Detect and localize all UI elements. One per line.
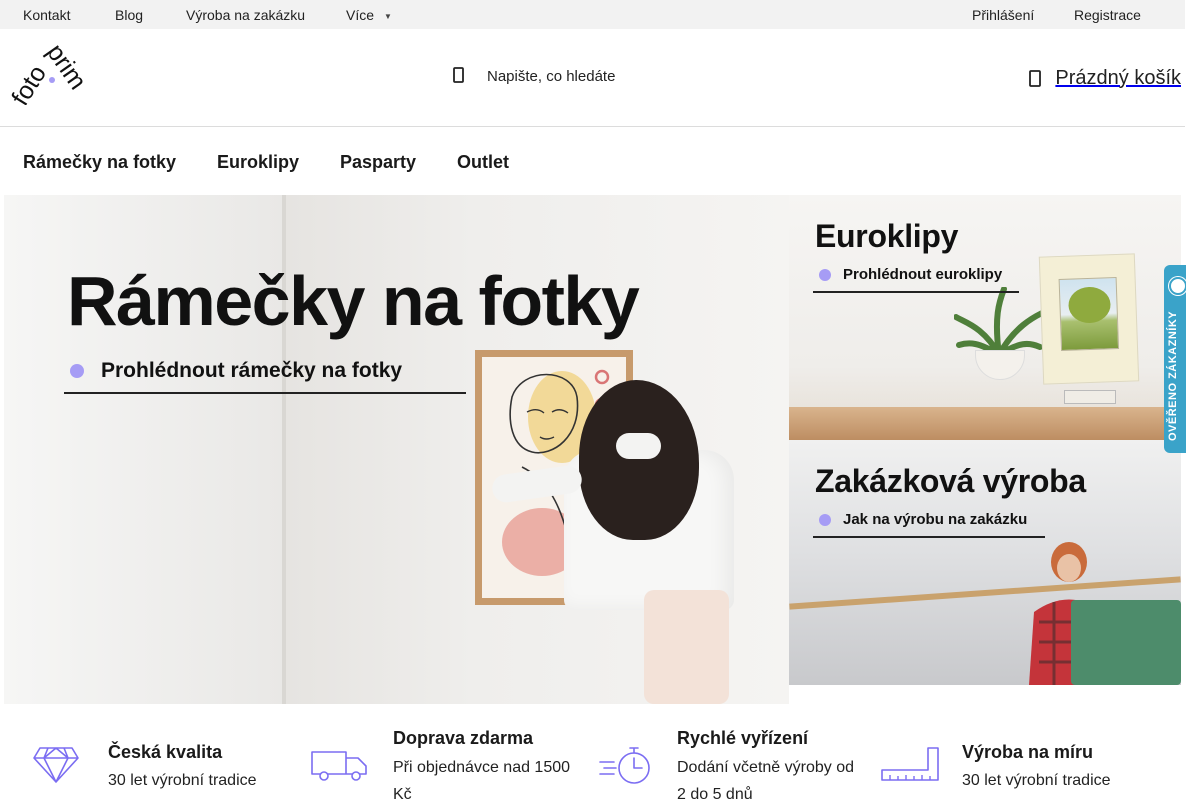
nav-item-euroklipy[interactable]: Euroklipy [217,152,299,173]
side-banner-cta-label: Prohlédnout euroklipy [843,266,1003,283]
books-image [1064,390,1116,404]
benefit-item: Česká kvalita 30 let výrobní tradice [32,720,292,800]
hero-cta-label: Prohlédnout rámečky na fotky [101,359,403,382]
badge-seal-icon [1169,277,1186,295]
side-banner-title: Euroklipy [815,218,959,254]
hero-person-pants [644,590,729,704]
benefit-text: Dodání včetně výroby od 2 do 5 dnů [677,759,854,800]
main-navigation: Rámečky na fotky Euroklipy Pasparty Outl… [0,127,1185,195]
svg-text:prim: prim [41,43,90,95]
hero-person-arm [616,433,661,459]
cart-icon [1029,70,1042,87]
hero-banner-zakazkova-vyroba[interactable]: Zakázková výroba Jak na výrobu na zakázk… [789,440,1181,685]
register-link[interactable]: Registrace [1074,7,1141,23]
side-banner-cta[interactable]: Prohlédnout euroklipy [813,255,1019,293]
benefit-title: Rychlé vyřízení [677,728,809,748]
badge-label: OVĚŘENO ZÁKAZNÍKY [1167,310,1179,441]
tree-image [1067,286,1112,324]
cart-button[interactable]: Prázdný košík [1027,63,1181,93]
machine-image [1071,600,1181,685]
stopwatch-icon [599,747,650,784]
benefit-item: Rychlé vyřízení Dodání včetně výroby od … [598,720,878,800]
tree-photo [1058,277,1120,351]
ruler-icon [881,747,939,781]
cart-label: Prázdný košík [1055,66,1181,89]
side-banner-cta-label: Jak na výrobu na zakázku [843,511,1028,528]
svg-text:foto: foto [6,60,52,105]
topbar-link-blog[interactable]: Blog [115,7,143,23]
verified-customers-badge[interactable]: OVĚŘENO ZÁKAZNÍKY [1164,265,1186,453]
benefit-item: Výroba na míru 30 let výrobní tradice [880,720,1170,800]
site-header: foto prim Napište, co hledáte Prázdný ko… [0,29,1185,127]
site-logo[interactable]: foto prim [4,39,92,111]
topbar-more-label: Více [346,7,375,23]
topbar-more-menu[interactable]: Více ▼ [346,7,392,23]
side-banner-cta[interactable]: Jak na výrobu na zakázku [813,500,1045,538]
benefit-title: Výroba na míru [962,742,1094,762]
hero-banner-euroklipy[interactable]: Euroklipy Prohlédnout euroklipy [789,195,1181,440]
chevron-down-icon: ▼ [384,11,392,21]
benefit-title: Doprava zdarma [393,728,534,748]
desk-image [789,407,1181,440]
euroklip-frame-image [1038,253,1140,385]
benefit-item: Doprava zdarma Při objednávce nad 1500 K… [310,720,590,800]
topbar-link-kontakt[interactable]: Kontakt [23,7,70,23]
truck-icon [311,751,367,781]
benefit-text: 30 let výrobní tradice [108,772,257,789]
bullet-dot-icon [819,514,831,526]
bullet-dot-icon [819,269,831,281]
plant-pot-image [975,350,1025,380]
benefit-text: Při objednávce nad 1500 Kč [393,759,571,800]
search-icon [453,67,464,83]
bullet-dot-icon [70,364,84,378]
login-link[interactable]: Přihlášení [972,7,1034,23]
topbar-link-vyroba[interactable]: Výroba na zakázku [186,7,305,23]
top-utility-bar: Kontakt Blog Výroba na zakázku Více ▼ Při… [0,0,1185,29]
benefit-text: 30 let výrobní tradice [962,772,1111,789]
logo-icon: foto prim [6,39,92,111]
hero-cta-link[interactable]: Prohlédnout rámečky na fotky [64,350,466,394]
hero-person-hair [579,380,699,540]
search-bar[interactable]: Napište, co hledáte [452,63,752,91]
hero-title: Rámečky na fotky [67,262,640,340]
nav-item-pasparty[interactable]: Pasparty [340,152,416,173]
hero-banner-ramecky[interactable]: Rámečky na fotky Prohlédnout rámečky na … [4,195,789,704]
benefit-title: Česká kvalita [108,742,223,762]
side-banner-title: Zakázková výroba [815,463,1086,499]
nav-item-outlet[interactable]: Outlet [457,152,509,173]
nav-item-ramecky[interactable]: Rámečky na fotky [23,152,176,173]
diamond-icon [33,747,79,783]
plant-image [954,287,1044,357]
search-placeholder: Napište, co hledáte [487,68,616,85]
